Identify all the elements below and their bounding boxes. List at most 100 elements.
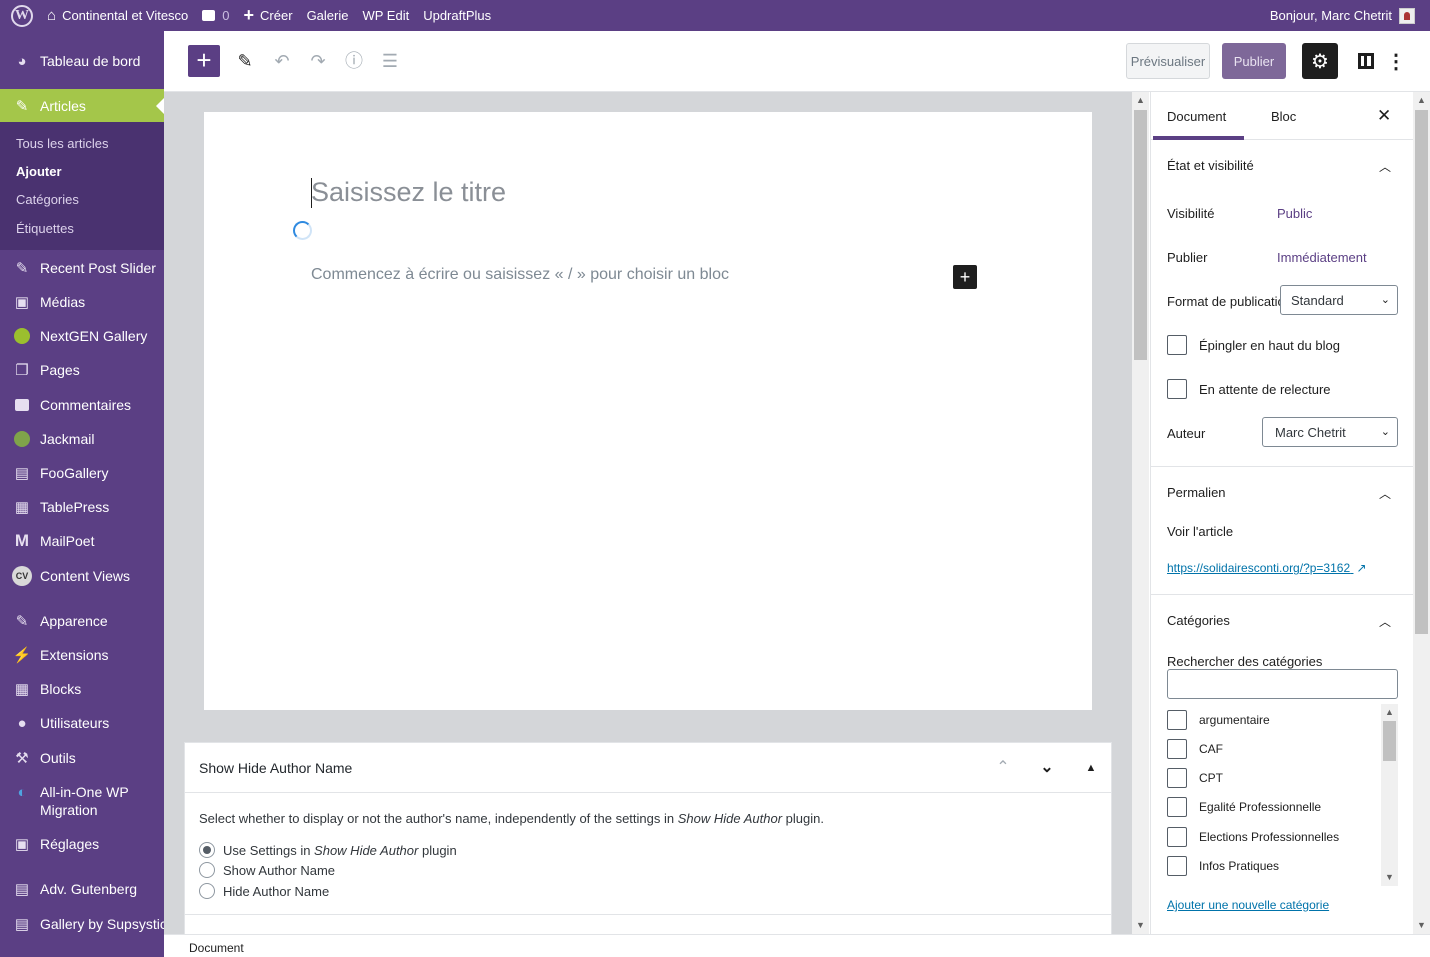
sidebar-item-jackmail[interactable]: Jackmail <box>0 430 164 448</box>
sidebar-item-users[interactable]: ● Utilisateurs <box>0 714 164 732</box>
preview-button[interactable]: Prévisualiser <box>1126 43 1210 79</box>
add-block-button[interactable]: + <box>188 45 220 77</box>
default-block-placeholder[interactable]: Commencez à écrire ou saisissez « / » po… <box>311 266 729 284</box>
content-scrollbar[interactable]: ▲ ▼ <box>1132 92 1149 934</box>
redo-icon[interactable]: ↷ <box>306 49 330 73</box>
sticky-checkbox[interactable] <box>1167 335 1187 355</box>
publish-button[interactable]: Publier <box>1222 43 1286 79</box>
sidebar-item-foogallery[interactable]: ▤ FooGallery <box>0 464 164 482</box>
sidebar-item-gallery-supsystic[interactable]: ▤ Gallery by Supsystic <box>0 915 167 933</box>
visibility-value-link[interactable]: Public <box>1277 206 1312 221</box>
list-item[interactable]: Egalité Professionnelle <box>1167 797 1321 817</box>
scroll-down-arrow-icon[interactable]: ▼ <box>1381 869 1398 886</box>
list-item[interactable]: Elections Professionnelles <box>1167 827 1339 847</box>
sidebar-item-mailpoet[interactable]: M MailPoet <box>0 531 164 550</box>
sidebar-item-recent-post-slider[interactable]: ✎ Recent Post Slider <box>0 259 164 277</box>
sidebar-item-extensions[interactable]: ⚡ Extensions <box>0 646 164 664</box>
scroll-thumb[interactable] <box>1415 110 1428 634</box>
publish-date-link[interactable]: Immédiatement <box>1277 250 1367 265</box>
sidebar-item-blocks[interactable]: ▦ Blocks <box>0 680 164 698</box>
scroll-thumb[interactable] <box>1383 721 1396 761</box>
galerie-link[interactable]: Galerie <box>300 0 356 31</box>
wordpress-logo-button[interactable]: W <box>0 0 40 31</box>
categories-scrollbar[interactable]: ▲ ▼ <box>1381 704 1398 886</box>
updraftplus-link[interactable]: UpdraftPlus <box>416 0 498 31</box>
chevron-up-icon[interactable]: ︿ <box>1379 158 1391 175</box>
scroll-up-arrow-icon[interactable]: ▲ <box>1413 92 1430 109</box>
submenu-categories[interactable]: Catégories <box>16 192 79 207</box>
sidebar-item-articles[interactable]: ✎ Articles <box>0 89 164 123</box>
author-select[interactable]: Marc Chetrit ⌄ <box>1262 417 1398 447</box>
sidebar-item-pages[interactable]: ❐ Pages <box>0 361 164 379</box>
sidebar-item-medias[interactable]: ▣ Médias <box>0 293 164 311</box>
status-visibility-heading[interactable]: État et visibilité <box>1167 158 1254 173</box>
permalink-heading[interactable]: Permalien <box>1167 485 1226 500</box>
sidebar-item-appearance[interactable]: ✎ Apparence <box>0 612 164 630</box>
search-categories-input[interactable] <box>1167 669 1398 699</box>
list-item[interactable]: CAF <box>1167 739 1223 759</box>
category-checkbox[interactable] <box>1167 827 1187 847</box>
undo-icon[interactable]: ↶ <box>270 49 294 73</box>
sidebar-item-adv-gutenberg[interactable]: ▤ Adv. Gutenberg <box>0 880 164 898</box>
inline-add-block-button[interactable]: + <box>953 265 977 289</box>
radio-button[interactable] <box>199 883 215 899</box>
submenu-add[interactable]: Ajouter <box>16 164 62 179</box>
submenu-tags[interactable]: Étiquettes <box>16 221 74 236</box>
list-item[interactable]: CPT <box>1167 768 1223 788</box>
edit-pencil-icon[interactable]: ✎ <box>233 49 257 73</box>
category-checkbox[interactable] <box>1167 710 1187 730</box>
move-up-icon[interactable]: ⌃ <box>991 756 1015 780</box>
settings-scrollbar[interactable]: ▲ ▼ <box>1413 92 1430 934</box>
add-new-category-link[interactable]: Ajouter une nouvelle catégorie <box>1167 898 1329 912</box>
radio-use-settings[interactable]: Use Settings in Show Hide Author plugin <box>199 842 457 858</box>
permalink-url-link[interactable]: https://solidairesconti.org/?p=3162 ↗ <box>1167 561 1367 575</box>
chevron-up-icon[interactable]: ︿ <box>1379 485 1391 502</box>
more-options-button[interactable]: ⋮ <box>1382 43 1410 79</box>
list-item[interactable]: argumentaire <box>1167 710 1270 730</box>
chevron-up-icon[interactable]: ︿ <box>1379 613 1391 630</box>
post-format-select[interactable]: Standard ⌄ <box>1280 285 1398 315</box>
radio-show-author[interactable]: Show Author Name <box>199 862 335 878</box>
breadcrumb[interactable]: Document <box>189 941 244 955</box>
categories-heading[interactable]: Catégories <box>1167 613 1230 628</box>
wp-edit-link[interactable]: WP Edit <box>355 0 416 31</box>
scroll-thumb[interactable] <box>1134 110 1147 360</box>
scroll-up-arrow-icon[interactable]: ▲ <box>1132 92 1149 109</box>
scroll-up-arrow-icon[interactable]: ▲ <box>1381 704 1398 721</box>
radio-button-checked[interactable] <box>199 842 215 858</box>
scroll-down-arrow-icon[interactable]: ▼ <box>1413 917 1430 934</box>
submenu-all-articles[interactable]: Tous les articles <box>16 136 108 151</box>
category-checkbox[interactable] <box>1167 797 1187 817</box>
radio-hide-author[interactable]: Hide Author Name <box>199 883 329 899</box>
outline-icon[interactable]: ☰ <box>378 49 402 73</box>
sidebar-item-dashboard[interactable]: ◕ Tableau de bord <box>0 45 164 77</box>
pending-review-checkbox[interactable] <box>1167 379 1187 399</box>
sidebar-item-tools[interactable]: ⚒ Outils <box>0 749 164 767</box>
site-name-link[interactable]: ⌂ Continental et Vitesco <box>40 0 195 31</box>
plugin-sidebar-button[interactable] <box>1348 43 1384 79</box>
sidebar-item-comments[interactable]: Commentaires <box>0 396 164 414</box>
sidebar-item-tablepress[interactable]: ▦ TablePress <box>0 498 164 516</box>
tab-document[interactable]: Document <box>1167 109 1226 124</box>
category-checkbox[interactable] <box>1167 768 1187 788</box>
close-icon[interactable]: ✕ <box>1377 106 1391 126</box>
settings-gear-button[interactable]: ⚙ <box>1302 43 1338 79</box>
sidebar-item-settings[interactable]: ▣ Réglages <box>0 835 164 853</box>
category-checkbox[interactable] <box>1167 739 1187 759</box>
pending-review-row[interactable]: En attente de relecture <box>1167 379 1331 399</box>
tab-block[interactable]: Bloc <box>1271 109 1296 124</box>
comments-link[interactable]: 0 <box>195 0 236 31</box>
post-title-input[interactable]: Saisissez le titre <box>311 177 506 208</box>
collapse-toggle-icon[interactable]: ▲ <box>1079 756 1103 780</box>
scroll-down-arrow-icon[interactable]: ▼ <box>1132 917 1149 934</box>
move-down-icon[interactable]: ⌄ <box>1035 756 1059 780</box>
sidebar-item-content-views[interactable]: CV Content Views <box>0 566 164 586</box>
radio-button[interactable] <box>199 862 215 878</box>
info-icon[interactable]: ⓘ <box>342 49 366 73</box>
list-item[interactable]: Infos Pratiques <box>1167 856 1279 876</box>
sticky-checkbox-row[interactable]: Épingler en haut du blog <box>1167 335 1340 355</box>
category-checkbox[interactable] <box>1167 856 1187 876</box>
my-account-link[interactable]: Bonjour, Marc Chetrit <box>1263 0 1430 31</box>
sidebar-item-all-in-one-migration[interactable]: ◐ All-in-One WP Migration <box>0 783 164 819</box>
new-content-link[interactable]: + Créer <box>237 0 300 31</box>
